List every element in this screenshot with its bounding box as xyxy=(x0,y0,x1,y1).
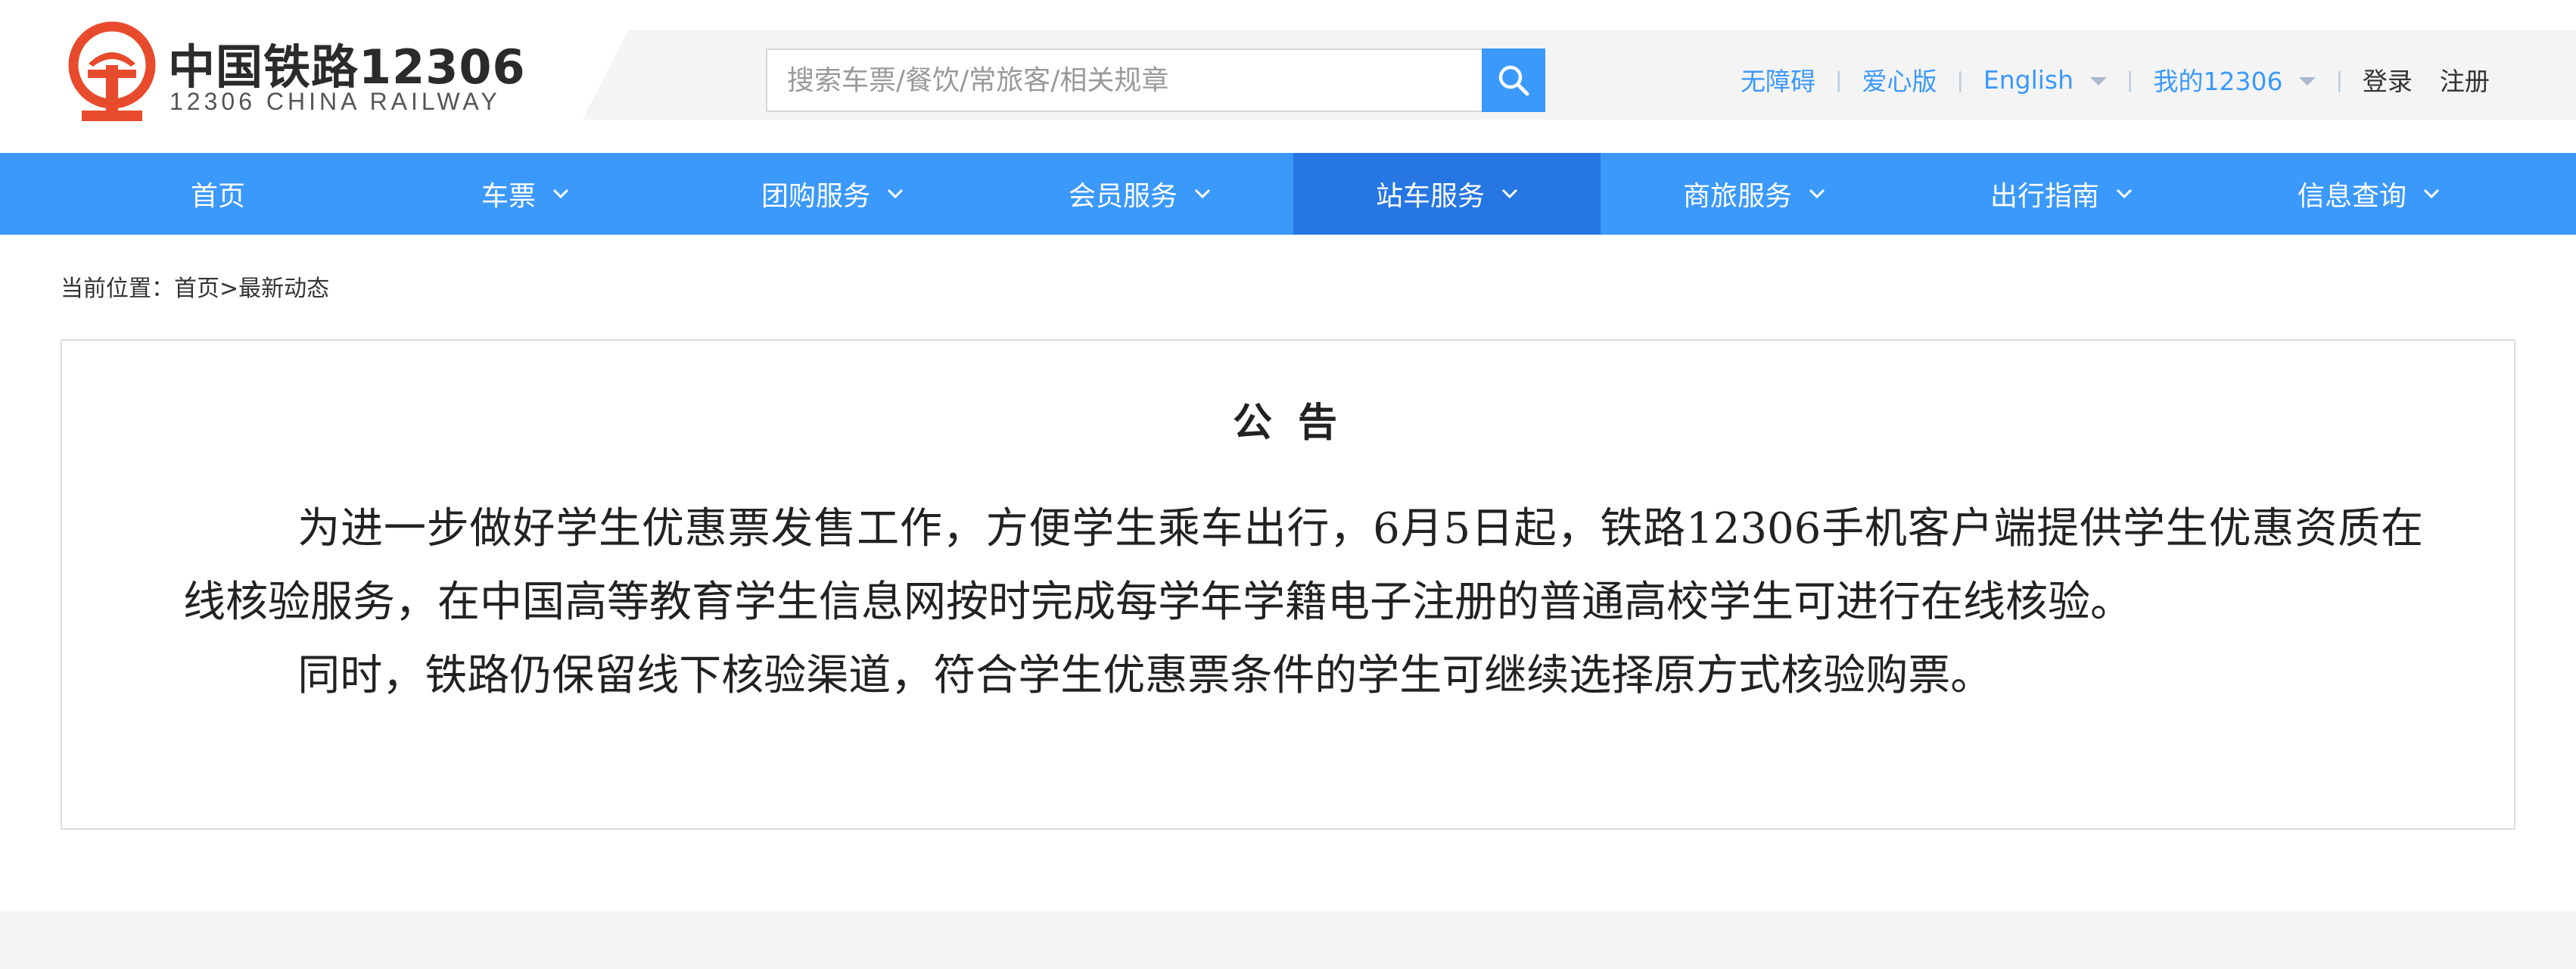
chevron-down-icon xyxy=(552,189,569,199)
breadcrumb: 当前位置：首页>最新动态 xyxy=(61,270,329,303)
language-label: English xyxy=(1983,64,2074,95)
main-nav: 首页 车票 团购服务 会员服务 站车服务 商旅服务 出行指南 信息查询 xyxy=(0,153,2576,235)
nav-item-travel-guide[interactable]: 出行指南 xyxy=(1908,153,2215,235)
nav-item-home[interactable]: 首页 xyxy=(64,153,372,235)
language-dropdown[interactable]: English xyxy=(1983,64,2108,95)
notice-body: 为进一步做好学生优惠票发售工作，方便学生乘车出行，6月5日起，铁路12306手机… xyxy=(183,492,2423,712)
nav-item-label: 站车服务 xyxy=(1375,181,1485,212)
breadcrumb-home-link[interactable]: 首页 xyxy=(174,276,219,302)
nav-item-label: 出行指南 xyxy=(1990,181,2099,212)
divider: | xyxy=(1835,67,1843,92)
nav-item-member-services[interactable]: 会员服务 xyxy=(986,153,1293,235)
nav-item-info-query[interactable]: 信息查询 xyxy=(2215,153,2522,235)
register-link[interactable]: 注册 xyxy=(2440,61,2490,98)
chevron-down-icon xyxy=(1809,189,1825,199)
accessibility-link[interactable]: 无障碍 xyxy=(1741,61,1815,98)
nav-item-station-services[interactable]: 站车服务 xyxy=(1293,153,1601,235)
footer-band xyxy=(0,911,2576,969)
caret-down-icon xyxy=(2299,76,2316,86)
breadcrumb-separator: > xyxy=(219,276,239,302)
brand-name-en: 12306 CHINA RAILWAY xyxy=(170,88,501,115)
brand-name-cn: 中国铁路12306 xyxy=(168,39,526,95)
my-account-label: 我的12306 xyxy=(2153,67,2283,96)
my-account-dropdown[interactable]: 我的12306 xyxy=(2153,61,2316,98)
nav-item-label: 车票 xyxy=(481,181,536,212)
search-input[interactable] xyxy=(767,50,1483,111)
divider: | xyxy=(2335,67,2343,92)
chevron-down-icon xyxy=(1501,189,1518,199)
nav-item-tickets[interactable]: 车票 xyxy=(372,153,679,235)
divider: | xyxy=(2126,67,2134,92)
chevron-down-icon xyxy=(2423,189,2440,199)
breadcrumb-current: 最新动态 xyxy=(238,276,330,302)
notice-paragraph: 为进一步做好学生优惠票发售工作，方便学生乘车出行，6月5日起，铁路12306手机… xyxy=(183,504,2423,627)
top-links: 无障碍 | 爱心版 | English | 我的12306 | 登录 注册 xyxy=(1741,61,2490,98)
search-box xyxy=(766,48,1483,112)
china-railway-logo-icon[interactable] xyxy=(67,20,157,123)
site-header: 中国铁路12306 12306 CHINA RAILWAY 无障碍 | 爱心版 … xyxy=(0,0,2576,153)
search-button[interactable] xyxy=(1482,48,1545,112)
chevron-down-icon xyxy=(2116,189,2133,199)
notice-panel: 公 告 为进一步做好学生优惠票发售工作，方便学生乘车出行，6月5日起，铁路123… xyxy=(61,339,2515,830)
notice-title: 公 告 xyxy=(1232,400,1344,446)
nav-item-label: 会员服务 xyxy=(1068,181,1178,212)
nav-item-label: 信息查询 xyxy=(2297,181,2406,212)
nav-item-group-services[interactable]: 团购服务 xyxy=(679,153,986,235)
chevron-down-icon xyxy=(1194,189,1211,199)
search-icon xyxy=(1497,64,1530,97)
nav-item-label: 首页 xyxy=(190,181,245,212)
notice-paragraph: 同时，铁路仍保留线下核验渠道，符合学生优惠票条件的学生可继续选择原方式核验购票。 xyxy=(297,651,1993,700)
care-mode-link[interactable]: 爱心版 xyxy=(1862,61,1937,98)
login-link[interactable]: 登录 xyxy=(2363,61,2413,98)
chevron-down-icon xyxy=(887,189,904,199)
caret-down-icon xyxy=(2090,76,2108,86)
breadcrumb-prefix: 当前位置： xyxy=(61,276,174,302)
divider: | xyxy=(1956,67,1964,92)
nav-item-business-travel[interactable]: 商旅服务 xyxy=(1601,153,1908,235)
nav-item-label: 商旅服务 xyxy=(1682,181,1792,212)
nav-item-label: 团购服务 xyxy=(761,181,870,212)
